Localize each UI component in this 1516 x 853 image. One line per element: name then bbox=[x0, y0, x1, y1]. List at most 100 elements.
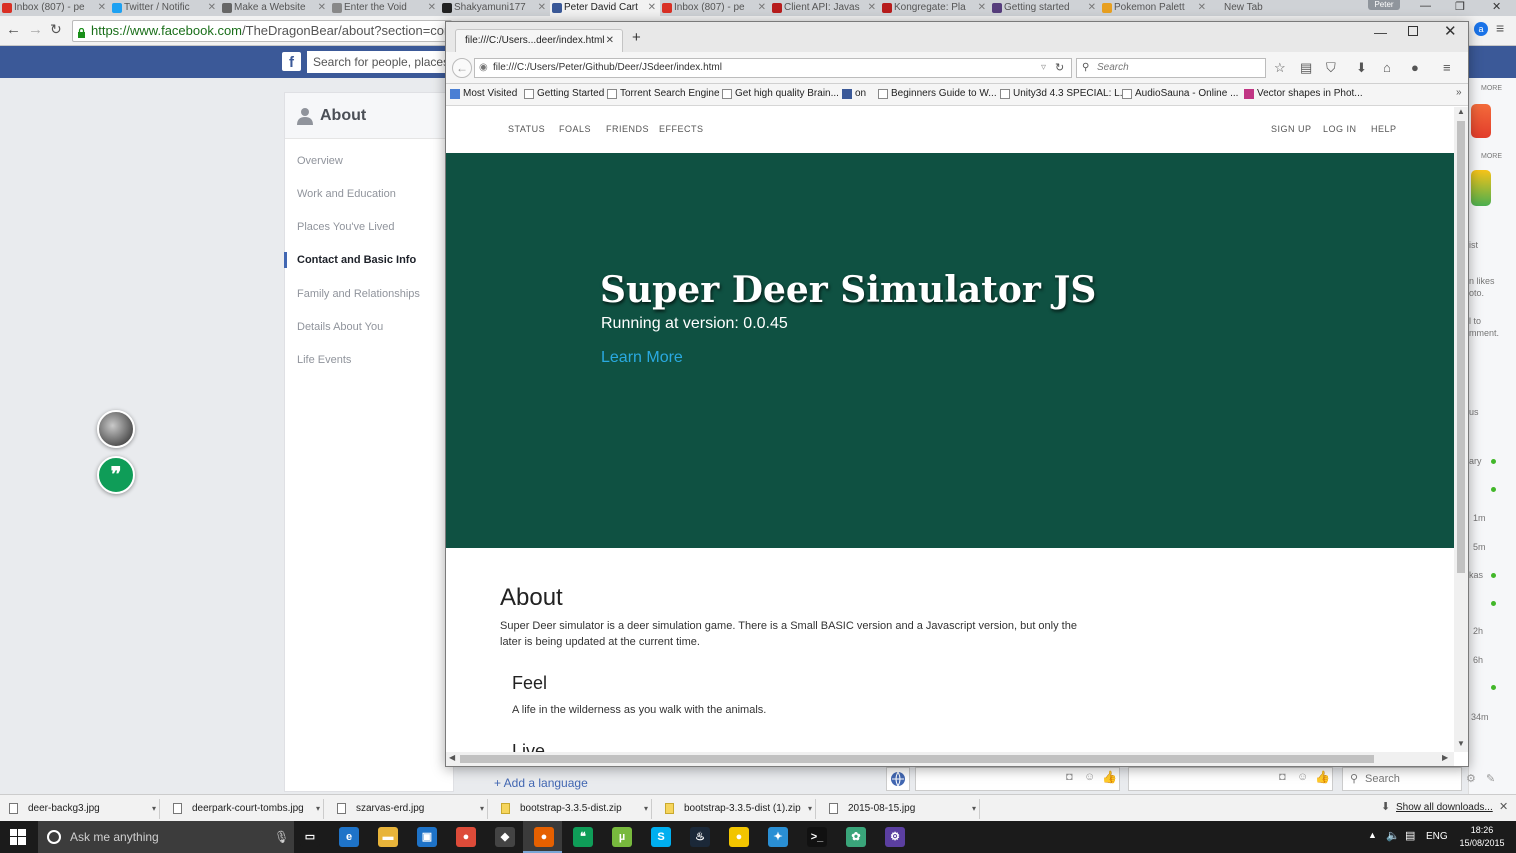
chrome-tab[interactable]: Enter the Void ✕ bbox=[330, 0, 440, 16]
windows-start-icon[interactable] bbox=[10, 829, 26, 845]
microphone-icon[interactable]: 🎙 bbox=[274, 821, 289, 853]
close-downloads-icon[interactable]: ✕ bbox=[1499, 800, 1508, 813]
bookmark-item[interactable]: Vector shapes in Phot... bbox=[1244, 88, 1363, 99]
downloads-icon[interactable]: ⬇ bbox=[1356, 60, 1367, 76]
nav-family-relationships[interactable]: Family and Relationships bbox=[297, 288, 420, 300]
bookmark-item[interactable]: Most Visited bbox=[450, 88, 517, 99]
scroll-down-icon[interactable]: ▼ bbox=[1457, 739, 1465, 748]
close-tab-icon[interactable]: ✕ bbox=[606, 30, 614, 52]
chevron-down-icon[interactable]: ▾ bbox=[480, 799, 484, 819]
chrome-tab[interactable]: Getting started ✕ bbox=[990, 0, 1100, 16]
download-item[interactable]: deer-backg3.jpg ▾ bbox=[0, 799, 160, 819]
firefox-icon[interactable]: ● bbox=[534, 827, 554, 847]
chat-settings-icon[interactable]: ⚙ bbox=[1466, 772, 1476, 785]
chrome-tab[interactable]: Client API: Javas ✕ bbox=[770, 0, 880, 16]
vertical-scrollbar[interactable]: ▲ ▼ bbox=[1454, 107, 1468, 752]
chat-search-input[interactable]: ⚲ Search bbox=[1342, 767, 1462, 791]
forward-icon[interactable]: → bbox=[28, 21, 43, 38]
firefox-menu-icon[interactable]: ≡ bbox=[1443, 60, 1451, 75]
chrome-tab[interactable]: Twitter / Notific ✕ bbox=[110, 0, 220, 16]
show-all-downloads-link[interactable]: Show all downloads... bbox=[1396, 802, 1493, 813]
volume-icon[interactable]: 🔈 bbox=[1386, 829, 1400, 842]
chrome-close-button[interactable]: ✕ bbox=[1492, 0, 1501, 13]
emoji-icon[interactable]: ☺ bbox=[1084, 771, 1095, 783]
download-item[interactable]: 2015-08-15.jpg ▾ bbox=[820, 799, 980, 819]
scroll-right-icon[interactable]: ▶ bbox=[1442, 753, 1448, 762]
chrome-tab[interactable]: Peter David Cart ✕ bbox=[550, 0, 660, 16]
bookmark-item[interactable]: Unity3d 4.3 SPECIAL: L... bbox=[1000, 88, 1128, 99]
pocket-icon[interactable]: ⛉ bbox=[1326, 60, 1336, 76]
chevron-down-icon[interactable]: ▾ bbox=[316, 799, 320, 819]
nav-log-in[interactable]: LOG IN bbox=[1323, 124, 1357, 134]
dropdown-icon[interactable]: ▿ bbox=[1041, 59, 1046, 77]
bookmark-item[interactable]: Beginners Guide to W... bbox=[878, 88, 997, 99]
bookmark-star-icon[interactable]: ☆ bbox=[1274, 60, 1286, 76]
download-item[interactable]: szarvas-erd.jpg ▾ bbox=[328, 799, 488, 819]
file-explorer-icon[interactable]: ▬ bbox=[378, 827, 398, 847]
download-item[interactable]: bootstrap-3.3.5-dist.zip ▾ bbox=[492, 799, 652, 819]
chrome-address-bar[interactable]: https://www.facebook.com/TheDragonBear/a… bbox=[72, 20, 452, 42]
utorrent-icon[interactable]: µ bbox=[612, 827, 632, 847]
hangouts-chat-head-icon[interactable]: ❞ bbox=[97, 456, 135, 494]
close-tab-icon[interactable]: ✕ bbox=[318, 0, 326, 15]
nav-status[interactable]: STATUS bbox=[508, 124, 545, 134]
chrome-maximize-button[interactable]: ❐ bbox=[1455, 0, 1465, 13]
close-tab-icon[interactable]: ✕ bbox=[758, 0, 766, 15]
steam-icon[interactable]: ♨ bbox=[690, 827, 710, 847]
nav-work-and-education[interactable]: Work and Education bbox=[297, 188, 396, 200]
firefox-search-input[interactable]: ⚲ Search bbox=[1076, 58, 1266, 78]
like-icon[interactable]: 👍 bbox=[1315, 770, 1330, 784]
nav-help[interactable]: HELP bbox=[1371, 124, 1397, 134]
close-tab-icon[interactable]: ✕ bbox=[208, 0, 216, 15]
scroll-up-icon[interactable]: ▲ bbox=[1457, 107, 1465, 116]
emoji-icon[interactable]: ☺ bbox=[1297, 771, 1308, 783]
chrome-menu-icon[interactable]: ≡ bbox=[1496, 20, 1504, 36]
app-color-icon[interactable]: ✦ bbox=[768, 827, 788, 847]
chrome-tab[interactable]: Shakyamuni177 ✕ bbox=[440, 0, 550, 16]
close-tab-icon[interactable]: ✕ bbox=[1088, 0, 1096, 15]
edge-icon[interactable]: e bbox=[339, 827, 359, 847]
chevron-down-icon[interactable]: ▾ bbox=[972, 799, 976, 819]
extension-icon[interactable]: a bbox=[1474, 22, 1488, 36]
firefox-url-bar[interactable]: ◉ file:///C:/Users/Peter/Github/Deer/JSd… bbox=[474, 58, 1072, 78]
firefox-maximize-button[interactable] bbox=[1408, 26, 1418, 36]
chrome-tab[interactable]: Kongregate: Pla ✕ bbox=[880, 0, 990, 16]
nav-details-about-you[interactable]: Details About You bbox=[297, 321, 383, 333]
chrome-tab[interactable]: Inbox (807) - pe ✕ bbox=[660, 0, 770, 16]
chrome-icon[interactable]: ● bbox=[456, 827, 476, 847]
chrome-tab[interactable]: Pokemon Palett ✕ bbox=[1100, 0, 1210, 16]
chrome-tab[interactable]: Inbox (807) - pe ✕ bbox=[0, 0, 110, 16]
app-dark-icon[interactable]: ◆ bbox=[495, 827, 515, 847]
game-thumbnail-2[interactable] bbox=[1471, 170, 1491, 206]
facebook-search-input[interactable]: Search for people, places bbox=[307, 51, 447, 73]
chevron-down-icon[interactable]: ▾ bbox=[152, 799, 156, 819]
more-bookmarks-icon[interactable]: » bbox=[1456, 87, 1462, 98]
add-language-link[interactable]: + Add a language bbox=[494, 776, 588, 790]
task-view-icon[interactable]: ▭ bbox=[300, 827, 320, 847]
chrome-tab[interactable]: Make a Website ✕ bbox=[220, 0, 330, 16]
close-tab-icon[interactable]: ✕ bbox=[648, 0, 656, 15]
nav-overview[interactable]: Overview bbox=[297, 155, 343, 167]
download-item[interactable]: deerpark-court-tombs.jpg ▾ bbox=[164, 799, 324, 819]
home-icon[interactable]: ⌂ bbox=[1383, 60, 1391, 75]
app-yellow-icon[interactable]: ● bbox=[729, 827, 749, 847]
globe-icon[interactable] bbox=[886, 767, 910, 791]
compose-icon[interactable]: ✎ bbox=[1486, 772, 1495, 785]
chevron-down-icon[interactable]: ▾ bbox=[808, 799, 812, 819]
clock[interactable]: 18:26 15/08/2015 bbox=[1456, 824, 1508, 850]
action-center-icon[interactable]: ▤ bbox=[1405, 829, 1415, 842]
vertical-scroll-thumb[interactable] bbox=[1457, 121, 1465, 573]
nav-contact-basic-info[interactable]: Contact and Basic Info bbox=[297, 254, 416, 266]
bookmark-item[interactable]: AudioSauna - Online ... bbox=[1122, 88, 1238, 99]
bookmark-item[interactable]: Get high quality Brain... bbox=[722, 88, 839, 99]
firefox-minimize-button[interactable]: — bbox=[1374, 25, 1387, 40]
bookmark-item[interactable]: on bbox=[842, 88, 866, 99]
horizontal-scroll-thumb[interactable] bbox=[460, 755, 1374, 763]
chrome-tab[interactable]: New Tab bbox=[1210, 0, 1320, 16]
camera-icon[interactable]: ◘ bbox=[1279, 771, 1286, 783]
firefox-close-button[interactable]: ✕ bbox=[1444, 22, 1457, 40]
app-green-icon[interactable]: ✿ bbox=[846, 827, 866, 847]
contact-name[interactable]: ary bbox=[1469, 456, 1482, 466]
chat-input-box[interactable]: ◘ ☺ 👍 bbox=[915, 767, 1120, 791]
close-tab-icon[interactable]: ✕ bbox=[1198, 0, 1206, 15]
